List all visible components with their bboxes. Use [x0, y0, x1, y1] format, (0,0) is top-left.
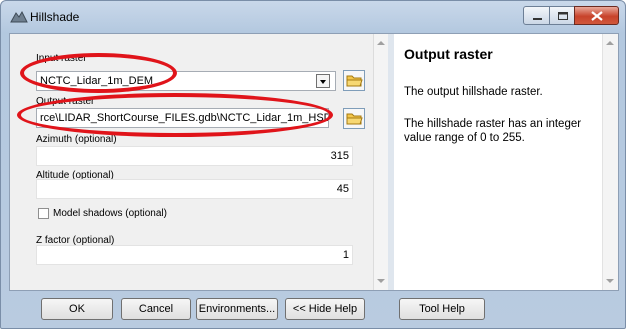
hide-help-button[interactable]: << Hide Help: [285, 298, 365, 320]
close-icon: [591, 11, 603, 21]
ok-button[interactable]: OK: [41, 298, 113, 320]
help-pane: Output raster The output hillshade raste…: [394, 34, 618, 290]
output-raster-label: Output raster: [36, 96, 95, 107]
cancel-button[interactable]: Cancel: [121, 298, 191, 320]
help-pane-scrollbar[interactable]: [602, 34, 618, 290]
model-shadows-checkbox[interactable]: [38, 208, 49, 219]
scroll-up-icon[interactable]: [377, 41, 385, 45]
tool-help-button[interactable]: Tool Help: [399, 298, 485, 320]
environments-button[interactable]: Environments...: [196, 298, 278, 320]
folder-icon: [346, 75, 363, 87]
output-raster-browse-button[interactable]: [343, 108, 365, 129]
parameter-pane: Input raster NCTC_Lidar_1m_DEM Output ra…: [10, 34, 389, 290]
scroll-down-icon[interactable]: [606, 279, 614, 283]
help-title: Output raster: [404, 46, 493, 62]
input-raster-dropdown-button[interactable]: [316, 74, 330, 88]
hillshade-tool-icon: [10, 10, 28, 23]
dialog-body: Input raster NCTC_Lidar_1m_DEM Output ra…: [9, 33, 619, 291]
close-button[interactable]: [574, 6, 619, 25]
input-raster-combobox[interactable]: NCTC_Lidar_1m_DEM: [36, 71, 336, 91]
window-title: Hillshade: [30, 10, 80, 24]
maximize-button[interactable]: [549, 6, 575, 25]
maximize-icon: [558, 12, 568, 20]
altitude-value: 45: [336, 183, 349, 195]
minimize-icon: [533, 18, 542, 20]
help-paragraph-2: The hillshade raster has an integer valu…: [404, 118, 582, 144]
model-shadows-label[interactable]: Model shadows (optional): [53, 208, 167, 219]
input-raster-label: Input raster: [36, 53, 87, 64]
button-bar: OK Cancel Environments... << Hide Help T…: [1, 290, 625, 328]
altitude-field[interactable]: 45: [36, 179, 353, 199]
parameter-pane-scrollbar[interactable]: [373, 34, 389, 290]
hillshade-dialog: Hillshade Input raster NCTC_Lidar_1m_DEM: [0, 0, 626, 329]
input-raster-value: NCTC_Lidar_1m_DEM: [40, 75, 154, 87]
scroll-up-icon[interactable]: [606, 41, 614, 45]
azimuth-label: Azimuth (optional): [36, 134, 117, 145]
folder-icon: [346, 113, 363, 125]
z-factor-field[interactable]: 1: [36, 245, 353, 265]
help-paragraph-1: The output hillshade raster.: [404, 86, 543, 98]
minimize-button[interactable]: [523, 6, 550, 25]
z-factor-value: 1: [342, 249, 349, 261]
scroll-down-icon[interactable]: [377, 279, 385, 283]
output-raster-field[interactable]: rce\LIDAR_ShortCourse_FILES.gdb\NCTC_Lid…: [36, 108, 329, 128]
output-raster-value: rce\LIDAR_ShortCourse_FILES.gdb\NCTC_Lid…: [40, 112, 329, 124]
azimuth-field[interactable]: 315: [36, 146, 353, 166]
input-raster-browse-button[interactable]: [343, 70, 365, 91]
title-bar[interactable]: Hillshade: [1, 1, 625, 33]
azimuth-value: 315: [330, 150, 349, 162]
